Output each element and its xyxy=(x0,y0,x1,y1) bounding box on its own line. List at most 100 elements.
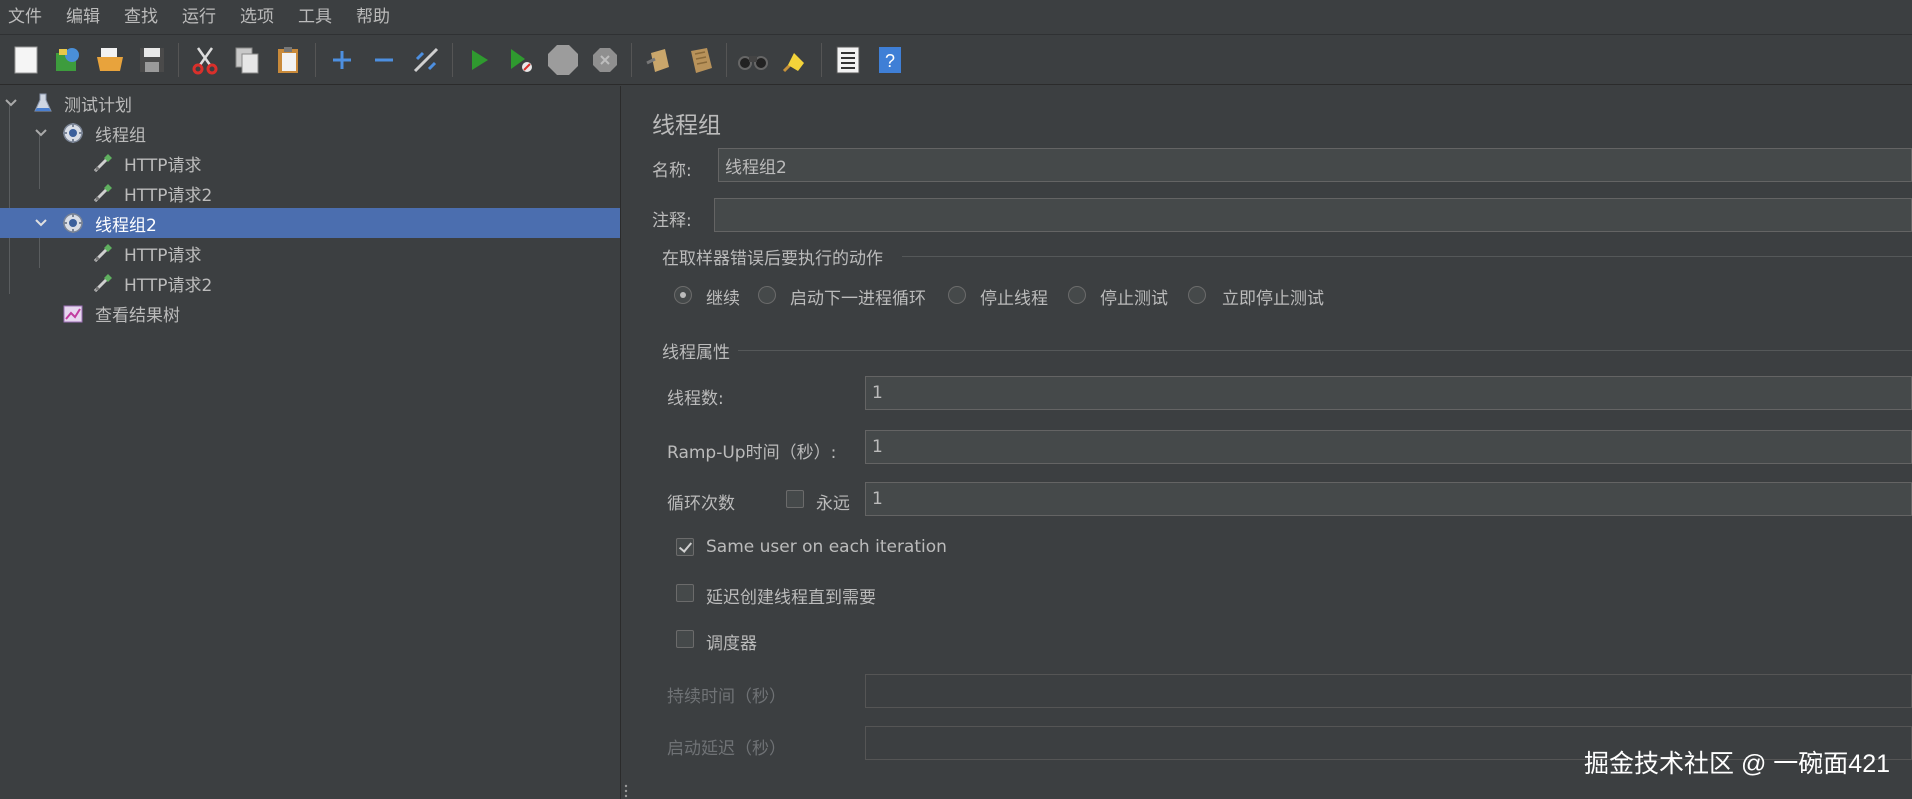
toggle-icon[interactable] xyxy=(408,42,444,78)
tree-item-http-request-2[interactable]: HTTP请求2 xyxy=(0,268,620,298)
cut-icon[interactable] xyxy=(187,42,223,78)
shutdown-icon[interactable] xyxy=(587,42,623,78)
same-user-checkbox[interactable] xyxy=(676,538,694,556)
menu-edit[interactable]: 编辑 xyxy=(54,0,112,34)
comment-field[interactable] xyxy=(714,198,1912,232)
thread-props-legend: 线程属性 xyxy=(662,343,730,363)
radio-start-next-loop-label: 启动下一进程循环 xyxy=(790,289,926,309)
toolbar-separator xyxy=(178,42,179,77)
paste-icon[interactable] xyxy=(271,42,307,78)
svg-text:?: ? xyxy=(885,51,895,71)
radio-continue[interactable] xyxy=(674,286,692,304)
templates-icon[interactable] xyxy=(50,42,86,78)
duration-field[interactable] xyxy=(865,674,1912,708)
forever-label: 永远 xyxy=(816,494,850,514)
search-icon[interactable] xyxy=(735,42,771,78)
startup-delay-label: 启动延迟（秒） xyxy=(667,739,786,759)
chevron-down-icon[interactable] xyxy=(34,126,48,140)
toolbar-separator xyxy=(631,42,632,77)
toolbar-separator xyxy=(452,42,453,77)
menu-run[interactable]: 运行 xyxy=(170,0,228,34)
http-sampler-icon xyxy=(93,154,112,173)
tree-label: 线程组2 xyxy=(95,215,157,236)
thread-group-icon xyxy=(63,123,83,143)
function-helper-icon[interactable] xyxy=(830,42,866,78)
splitter-grip-icon[interactable] xyxy=(624,784,628,798)
reset-search-icon[interactable] xyxy=(777,42,813,78)
tree-item-view-results-tree[interactable]: 查看结果树 xyxy=(0,298,620,328)
tree-item-http-request[interactable]: HTTP请求 xyxy=(0,238,620,268)
same-user-label: Same user on each iteration xyxy=(706,537,947,557)
radio-start-next-loop[interactable] xyxy=(758,286,776,304)
help-icon[interactable]: ? xyxy=(872,42,908,78)
tree-label: HTTP请求2 xyxy=(124,275,213,296)
new-icon[interactable] xyxy=(8,42,44,78)
radio-stop-test[interactable] xyxy=(1068,286,1086,304)
tree-label: 线程组 xyxy=(95,125,146,146)
open-icon[interactable] xyxy=(92,42,128,78)
toolbar: ? xyxy=(0,35,1912,85)
radio-stop-test-now[interactable] xyxy=(1188,286,1206,304)
loop-count-label: 循环次数 xyxy=(667,494,735,514)
copy-icon[interactable] xyxy=(229,42,265,78)
menu-tools[interactable]: 工具 xyxy=(286,0,344,34)
delay-thread-creation-label: 延迟创建线程直到需要 xyxy=(706,588,876,608)
tree-label: HTTP请求 xyxy=(124,155,202,176)
thread-group-icon xyxy=(63,213,83,233)
tree-item-http-request[interactable]: HTTP请求 xyxy=(0,148,620,178)
radio-continue-label: 继续 xyxy=(706,289,740,309)
scheduler-label: 调度器 xyxy=(706,634,757,654)
name-label: 名称: xyxy=(652,161,692,181)
save-icon[interactable] xyxy=(134,42,170,78)
tree-item-thread-group-2[interactable]: 线程组2 xyxy=(0,208,620,238)
delay-thread-creation-checkbox[interactable] xyxy=(676,584,694,602)
name-field[interactable] xyxy=(718,148,1912,182)
scheduler-checkbox[interactable] xyxy=(676,630,694,648)
result-tree-icon xyxy=(63,305,83,323)
tree-label: 测试计划 xyxy=(64,95,132,116)
http-sampler-icon xyxy=(93,244,112,263)
tree-item-test-plan[interactable]: 测试计划 xyxy=(0,88,620,118)
menu-options[interactable]: 选项 xyxy=(228,0,286,34)
start-icon[interactable] xyxy=(461,42,497,78)
duration-label: 持续时间（秒） xyxy=(667,687,786,707)
menu-help[interactable]: 帮助 xyxy=(344,0,402,34)
threads-label: 线程数: xyxy=(667,389,724,409)
tree-item-thread-group[interactable]: 线程组 xyxy=(0,118,620,148)
toolbar-separator xyxy=(726,42,727,77)
expand-icon[interactable] xyxy=(324,42,360,78)
radio-stop-thread[interactable] xyxy=(948,286,966,304)
toolbar-separator xyxy=(821,42,822,77)
chevron-down-icon[interactable] xyxy=(34,216,48,230)
tree-item-http-request-2[interactable]: HTTP请求2 xyxy=(0,178,620,208)
group-divider xyxy=(902,256,1912,257)
watermark: 掘金技术社区 @ 一碗面421 xyxy=(1584,750,1890,778)
stop-icon[interactable] xyxy=(545,42,581,78)
clear-all-icon[interactable] xyxy=(682,42,718,78)
loop-count-field[interactable] xyxy=(865,482,1912,516)
http-sampler-icon xyxy=(93,274,112,293)
chevron-down-icon[interactable] xyxy=(4,96,18,110)
forever-checkbox[interactable] xyxy=(786,490,804,508)
tree-label: HTTP请求2 xyxy=(124,185,213,206)
radio-stop-test-label: 停止测试 xyxy=(1100,289,1168,309)
error-action-legend: 在取样器错误后要执行的动作 xyxy=(662,249,883,269)
http-sampler-icon xyxy=(93,184,112,203)
comment-label: 注释: xyxy=(652,211,692,231)
toolbar-separator xyxy=(315,42,316,77)
test-plan-icon xyxy=(34,93,52,112)
menu-search[interactable]: 查找 xyxy=(112,0,170,34)
threads-field[interactable] xyxy=(865,376,1912,410)
rampup-field[interactable] xyxy=(865,430,1912,464)
menu-bar: 文件 编辑 查找 运行 选项 工具 帮助 xyxy=(0,0,1912,35)
test-plan-tree: 测试计划 线程组 HTTP请求 HTTP请求2 线程组2 HTTP请求 HTTP… xyxy=(0,86,628,799)
menu-file[interactable]: 文件 xyxy=(0,0,54,34)
collapse-icon[interactable] xyxy=(366,42,402,78)
clear-icon[interactable] xyxy=(640,42,676,78)
page-title: 线程组 xyxy=(652,113,721,139)
tree-label: 查看结果树 xyxy=(95,305,180,326)
tree-label: HTTP请求 xyxy=(124,245,202,266)
thread-group-panel: 线程组 名称: 注释: 在取样器错误后要执行的动作 继续 启动下一进程循环 停止… xyxy=(630,86,1912,799)
radio-stop-test-now-label: 立即停止测试 xyxy=(1222,289,1324,309)
start-no-pause-icon[interactable] xyxy=(503,42,539,78)
